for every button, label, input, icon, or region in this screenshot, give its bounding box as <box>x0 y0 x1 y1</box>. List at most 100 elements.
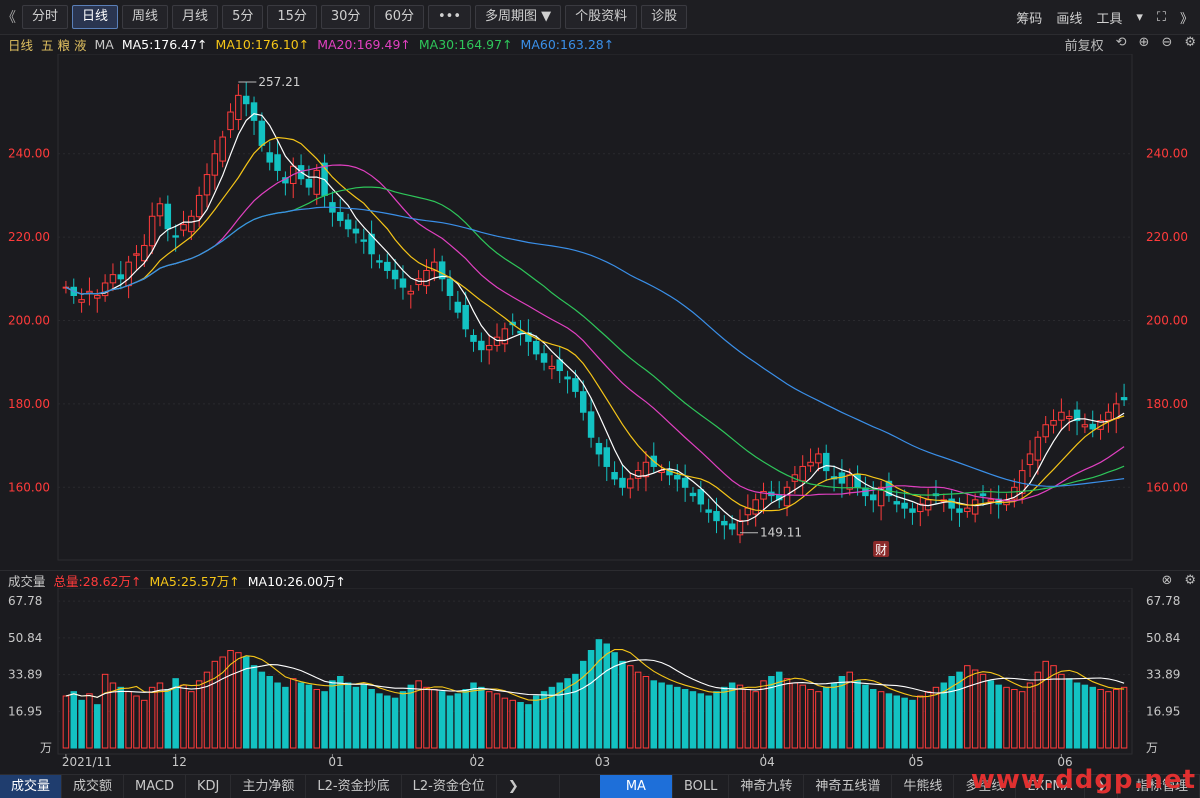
volume-bar <box>282 686 289 749</box>
volume-bar <box>180 684 187 749</box>
settings-icon[interactable]: ⚙ <box>1184 35 1196 54</box>
collapse-right-icon[interactable]: 》 <box>1180 8 1193 27</box>
period-button-3[interactable]: 月线 <box>172 5 219 29</box>
volume-bar <box>266 676 273 749</box>
period-button-10[interactable]: 个股资料 <box>565 5 638 29</box>
volume-bar <box>94 704 101 749</box>
watermark: www.ddgp.net <box>970 765 1196 795</box>
volume-bar <box>1089 686 1096 749</box>
candle <box>1105 411 1112 421</box>
sub-tab-3[interactable]: KDJ <box>186 775 232 798</box>
chips-button[interactable]: 筹码 <box>1016 8 1042 27</box>
candle <box>611 472 618 480</box>
period-button-4[interactable]: 5分 <box>222 5 264 29</box>
volume-bar <box>1050 665 1057 749</box>
volume-bar <box>148 686 156 749</box>
sub-tab-6[interactable]: L2-资金仓位 <box>402 775 497 798</box>
candle <box>713 511 720 522</box>
sub-tab-4[interactable]: 主力净额 <box>231 775 307 798</box>
price-chart[interactable]: 160.00 160.00 180.00 180.00 200.00 200.00 220.… <box>0 54 1200 568</box>
sub-tab-5[interactable]: L2-资金抄底 <box>306 775 402 798</box>
volume-bar <box>650 680 658 749</box>
period-button-5[interactable]: 15分 <box>267 5 317 29</box>
zoom-out-icon[interactable]: ⊖ <box>1161 35 1172 54</box>
x-tick-label: 01 <box>328 755 343 769</box>
close-icon[interactable]: ⊗ <box>1161 573 1172 588</box>
dropdown-icon[interactable]: ▾ <box>1136 10 1143 25</box>
volume-bar <box>572 673 579 749</box>
candle <box>478 340 485 351</box>
fullscreen-icon[interactable]: ⛶ <box>1157 10 1166 25</box>
more-tabs-icon[interactable]: ❯ <box>497 775 560 798</box>
main-tab-4[interactable]: 牛熊线 <box>892 775 955 798</box>
candle <box>78 299 85 303</box>
candle <box>462 304 469 330</box>
candle <box>532 340 540 355</box>
candle <box>344 219 352 230</box>
volume-chart[interactable]: 16.95 16.95 33.89 33.89 50.84 50.84 67.78 67.78… <box>0 588 1200 774</box>
period-button-9[interactable]: 多周期图 ▼ <box>475 5 562 29</box>
y-tick-label-left: 240.00 <box>8 147 50 161</box>
volume-tick-left: 33.89 <box>8 668 42 682</box>
period-button-7[interactable]: 60分 <box>374 5 424 29</box>
volume-bar <box>1058 673 1065 749</box>
volume-bar <box>627 665 634 749</box>
candle <box>752 499 759 515</box>
volume-bar <box>125 691 132 749</box>
period-button-11[interactable]: 诊股 <box>641 5 688 29</box>
volume-bar <box>924 691 932 749</box>
period-button-0[interactable]: 分时 <box>22 5 69 29</box>
volume-bar <box>1018 691 1026 749</box>
period-button-8[interactable]: ••• <box>427 5 471 29</box>
candle <box>86 290 93 294</box>
candle <box>470 334 477 342</box>
candle <box>901 502 908 509</box>
x-tick-label: 05 <box>908 755 923 769</box>
candle <box>109 274 117 284</box>
toolbar-right: 筹码 画线 工具 ▾ ⛶ 》 <box>1009 8 1200 27</box>
tools-button[interactable]: 工具 <box>1096 8 1122 27</box>
toolbar: 《 分时 日线 周线 月线 5分 15分 30分 60分 ••• 多周期图 ▼ 个股资料 诊股 筹码 … <box>0 0 1200 35</box>
volume-bar <box>203 671 211 749</box>
sub-tab-2[interactable]: MACD <box>124 775 186 798</box>
candle <box>964 507 971 513</box>
adjust-mode[interactable]: 前复权 <box>1065 35 1104 54</box>
main-tab-1[interactable]: BOLL <box>673 775 730 798</box>
volume-unit-right: 万 <box>1146 741 1158 755</box>
volume-bar <box>917 695 924 749</box>
indicator-name[interactable]: MA <box>94 37 113 52</box>
collapse-left-icon[interactable]: 《 <box>0 7 18 27</box>
candle <box>360 239 368 242</box>
ma5-line <box>65 113 1125 523</box>
period-button-2[interactable]: 周线 <box>122 5 169 29</box>
zoom-in-icon[interactable]: ⊕ <box>1139 35 1150 54</box>
volume-bar <box>728 682 736 749</box>
volume-bar <box>376 693 383 749</box>
volume-bar <box>407 684 415 749</box>
volume-bar <box>634 671 642 749</box>
sub-tab-1[interactable]: 成交额 <box>62 775 125 798</box>
period-label: 日线 <box>8 37 34 53</box>
candle <box>117 274 125 280</box>
y-tick-label-right: 240.00 <box>1146 147 1188 161</box>
sub-tab-0[interactable]: 成交量 <box>0 775 63 798</box>
main-tab-2[interactable]: 神奇九转 <box>729 775 805 798</box>
volume-bar <box>901 697 908 749</box>
candle <box>603 447 611 467</box>
settings-icon[interactable]: ⚙ <box>1184 573 1196 588</box>
volume-bar <box>360 684 368 749</box>
candle <box>203 174 211 196</box>
candle <box>501 328 509 345</box>
main-tab-0[interactable]: MA <box>599 775 673 798</box>
main-tab-3[interactable]: 神奇五线谱 <box>804 775 893 798</box>
candle <box>235 94 242 121</box>
reset-icon[interactable]: ⟲ <box>1116 35 1127 54</box>
period-buttons: 分时 日线 周线 月线 5分 15分 30分 60分 ••• 多周期图 ▼ 个股资料 诊股 <box>18 5 688 29</box>
volume-bar <box>368 689 375 749</box>
volume-bar <box>854 680 861 749</box>
period-button-1[interactable]: 日线 <box>72 5 119 29</box>
volume-bar <box>642 676 650 749</box>
volume-bar <box>971 669 979 749</box>
draw-line-button[interactable]: 画线 <box>1056 8 1082 27</box>
period-button-6[interactable]: 30分 <box>320 5 371 29</box>
